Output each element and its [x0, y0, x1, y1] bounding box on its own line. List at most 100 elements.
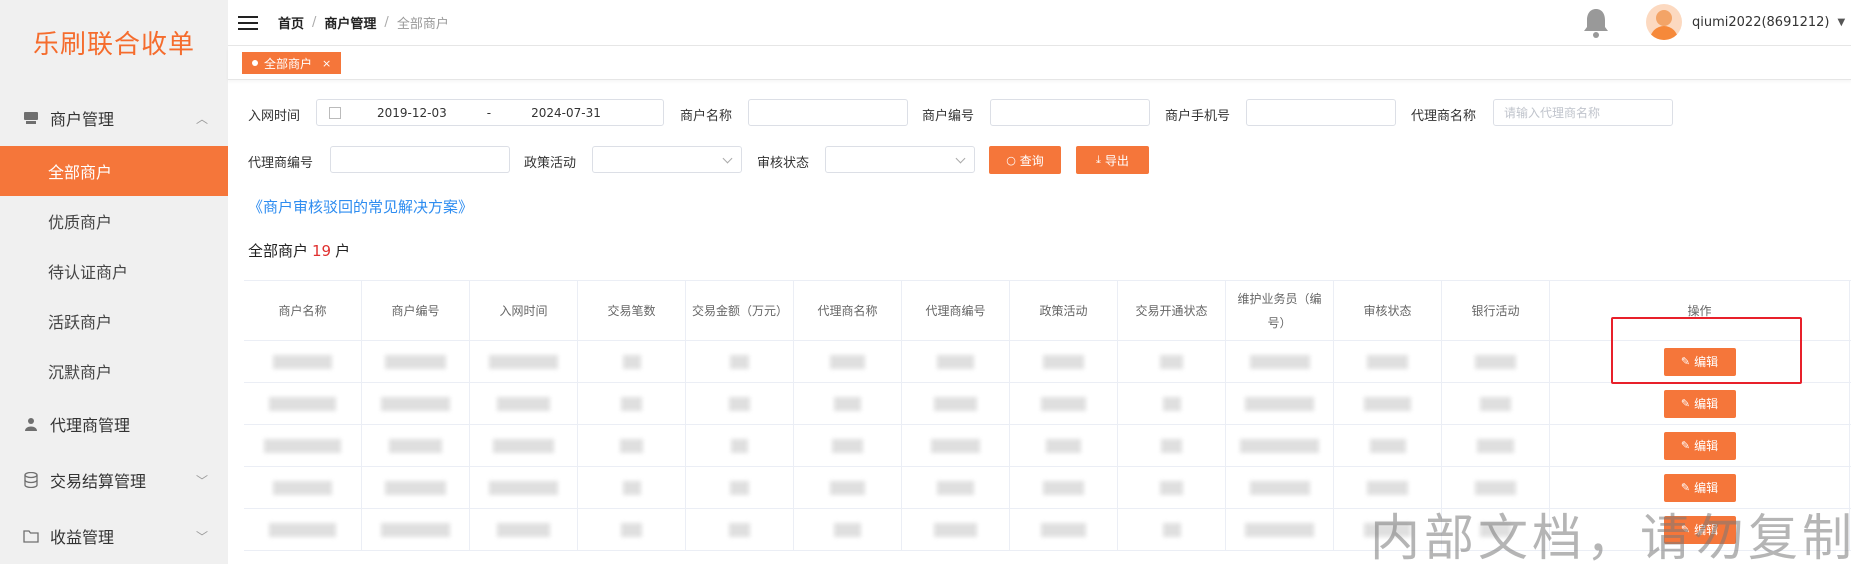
merchant-no-label: 商户编号: [922, 109, 975, 124]
table-cell: ✎ 编辑: [1550, 383, 1850, 424]
redacted-value: [829, 354, 866, 369]
redacted-value: [1162, 522, 1181, 537]
table-cell: [578, 425, 686, 466]
column-header: 政策活动: [1010, 281, 1118, 340]
search-icon: ○: [1006, 153, 1016, 167]
redacted-value: [728, 396, 751, 411]
sidebar-group-agent[interactable]: 代理商管理: [0, 396, 228, 452]
redacted-value: [1161, 438, 1182, 453]
join-time-range-picker[interactable]: 2019-12-03 - 2024-07-31: [316, 99, 664, 126]
sidebar-group-earnings[interactable]: 收益管理 ﹀: [0, 508, 228, 564]
audit-status-select[interactable]: [825, 146, 975, 173]
sidebar-group-settlement[interactable]: 交易结算管理 ﹀: [0, 452, 228, 508]
export-button-label: 导出: [1104, 153, 1129, 168]
merchant-phone-label: 商户手机号: [1165, 109, 1231, 124]
edit-button-label: 编辑: [1694, 439, 1719, 453]
redacted-value: [1366, 480, 1409, 495]
merchant-name-input[interactable]: [748, 99, 908, 126]
sidebar-group-label: 交易结算管理: [50, 472, 147, 491]
date-end: 2024-07-31: [531, 105, 601, 120]
sidebar-item-pending-merchants[interactable]: 待认证商户: [0, 246, 228, 296]
column-header: 交易金额（万元）: [686, 281, 794, 340]
edit-button-label: 编辑: [1694, 481, 1719, 495]
table-cell: ✎ 编辑: [1550, 425, 1850, 466]
table-cell: [686, 509, 794, 550]
table-cell: [1118, 425, 1226, 466]
table-cell: [902, 425, 1010, 466]
redacted-value: [273, 480, 332, 495]
caret-down-icon: ▼: [1837, 16, 1846, 28]
menu-toggle-icon[interactable]: [238, 12, 258, 34]
redacted-value: [268, 522, 337, 537]
breadcrumb-current: 全部商户: [396, 17, 449, 32]
merchant-no-input[interactable]: [990, 99, 1150, 126]
edit-button[interactable]: ✎ 编辑: [1663, 389, 1736, 418]
sidebar-item-quality-merchants[interactable]: 优质商户: [0, 196, 228, 246]
table-cell: [1010, 425, 1118, 466]
edit-button[interactable]: ✎ 编辑: [1663, 431, 1736, 460]
column-header: 银行活动: [1442, 281, 1550, 340]
redacted-value: [1477, 438, 1514, 453]
table-cell: [578, 341, 686, 382]
breadcrumb-merchant-management[interactable]: 商户管理: [324, 13, 376, 32]
database-icon: [22, 471, 40, 489]
agent-no-input[interactable]: [330, 146, 510, 173]
redacted-value: [1249, 354, 1310, 369]
redacted-value: [936, 354, 975, 369]
table-cell: [794, 467, 902, 508]
redacted-value: [497, 396, 550, 411]
table-cell: [578, 383, 686, 424]
redacted-value: [263, 438, 342, 453]
breadcrumb-home[interactable]: 首页: [278, 13, 304, 32]
export-button[interactable]: ⤓ 导出: [1076, 146, 1149, 174]
table-cell: [1442, 383, 1550, 424]
user-menu[interactable]: qiumi2022(8691212) ▼: [1646, 4, 1845, 40]
table-cell: [794, 383, 902, 424]
redacted-value: [621, 396, 642, 411]
date-start: 2019-12-03: [377, 105, 447, 120]
table-cell: [244, 467, 362, 508]
table-cell: [1334, 341, 1442, 382]
redacted-value: [385, 354, 446, 369]
redacted-value: [1046, 438, 1081, 453]
table-cell: [794, 425, 902, 466]
table-cell: [470, 509, 578, 550]
sidebar-group-label: 代理商管理: [50, 416, 131, 435]
redacted-value: [622, 354, 641, 369]
table-cell: [1118, 467, 1226, 508]
table-row: ✎ 编辑: [244, 425, 1851, 467]
redacted-value: [385, 480, 446, 495]
table-cell: [1010, 467, 1118, 508]
agent-name-input[interactable]: [1493, 99, 1673, 126]
redacted-value: [829, 480, 866, 495]
tab-all-merchants[interactable]: 全部商户 ×: [242, 52, 342, 74]
redacted-value: [380, 522, 451, 537]
table-cell: [470, 467, 578, 508]
merchant-phone-input[interactable]: [1246, 99, 1396, 126]
search-button[interactable]: ○ 查询: [989, 146, 1061, 174]
tabs-bar: 全部商户 ×: [228, 46, 1851, 80]
bell-icon[interactable]: [1580, 6, 1612, 40]
redacted-value: [729, 480, 750, 495]
pencil-icon: ✎: [1680, 481, 1691, 494]
redacted-value: [1040, 396, 1087, 411]
policy-select[interactable]: [592, 146, 742, 173]
table-cell: [1226, 383, 1334, 424]
redacted-value: [936, 480, 975, 495]
sidebar-group-merchant[interactable]: 商户管理 ︿: [0, 90, 228, 146]
table-cell: [1442, 425, 1550, 466]
redacted-value: [933, 396, 978, 411]
sidebar-item-active-merchants[interactable]: 活跃商户: [0, 296, 228, 346]
close-icon[interactable]: ×: [322, 57, 331, 70]
sidebar: 乐刷联合收单 商户管理 ︿ 全部商户 优质商户 待认证商户 活跃商户 沉默商户 …: [0, 0, 228, 564]
policy-label: 政策活动: [524, 156, 577, 171]
table-cell: [578, 509, 686, 550]
column-header: 商户编号: [362, 281, 470, 340]
table-row: ✎ 编辑: [244, 383, 1851, 425]
sidebar-item-all-merchants[interactable]: 全部商户: [0, 146, 228, 196]
merchant-name-label: 商户名称: [680, 109, 733, 124]
help-link[interactable]: 《商户审核驳回的常见解决方案》: [248, 196, 473, 217]
sidebar-item-silent-merchants[interactable]: 沉默商户: [0, 346, 228, 396]
agent-name-label: 代理商名称: [1411, 109, 1477, 124]
redacted-value: [389, 438, 442, 453]
